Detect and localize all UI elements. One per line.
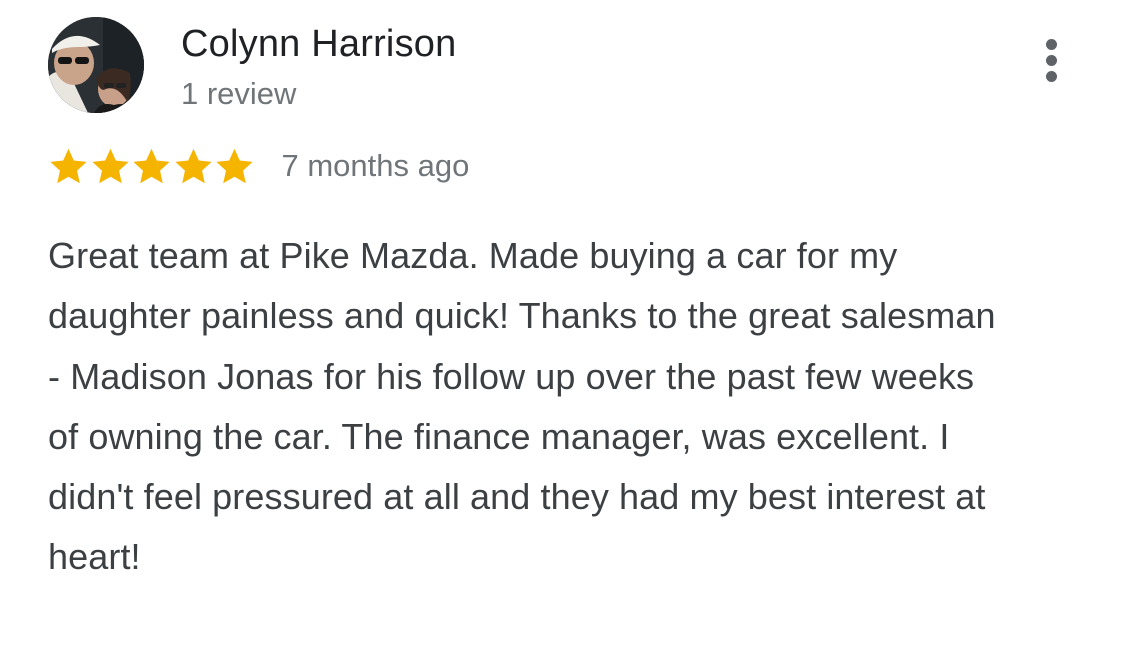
- star-icon: [216, 148, 253, 183]
- more-vert-icon-dot: [1046, 71, 1057, 82]
- rating-row: 7 months ago: [48, 143, 469, 189]
- star-icon: [174, 148, 212, 183]
- author-review-count: 1 review: [181, 76, 297, 111]
- more-vert-icon-dot: [1046, 55, 1057, 66]
- avatar[interactable]: [48, 17, 144, 113]
- review-card: Colynn Harrison 1 review 7 months ago Gr…: [0, 0, 1125, 646]
- star-rating: [48, 143, 256, 189]
- review-text: Great team at Pike Mazda. Made buying a …: [48, 235, 996, 578]
- star-icon: [50, 148, 87, 183]
- more-vert-icon: [1046, 39, 1057, 50]
- author-name[interactable]: Colynn Harrison: [181, 22, 456, 66]
- profile-photo-icon: [48, 17, 144, 113]
- review-date: 7 months ago: [281, 148, 470, 183]
- star-icon: [133, 148, 170, 183]
- star-icon: [91, 148, 129, 183]
- more-options-button[interactable]: [1032, 36, 1072, 84]
